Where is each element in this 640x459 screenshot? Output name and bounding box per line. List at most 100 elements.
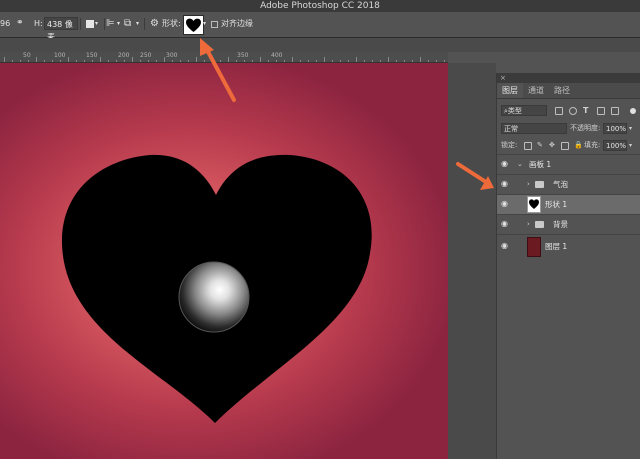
ruler-label: 250 (140, 52, 152, 59)
layer-row-artboard[interactable]: ◉ ⌄ 画板 1 (497, 154, 640, 174)
folder-icon (535, 221, 544, 228)
eye-icon[interactable]: ◉ (501, 159, 508, 169)
ruler-tick (316, 60, 317, 62)
ruler-label: 300 (166, 52, 178, 59)
shape-preset-picker[interactable] (183, 15, 204, 35)
divider (104, 18, 105, 30)
lock-image-icon[interactable]: ✎ (537, 140, 543, 151)
ruler-tick (44, 60, 45, 62)
divider (80, 18, 81, 30)
ruler-tick (196, 57, 197, 62)
ruler-tick (28, 60, 29, 62)
ruler-tick (268, 60, 269, 62)
ruler-tick (412, 60, 413, 62)
ruler-tick (188, 60, 189, 62)
tab-layers[interactable]: 图层 (497, 83, 523, 98)
dropdown-chevron-icon[interactable]: ▾ (95, 17, 98, 30)
close-icon[interactable]: × (500, 73, 506, 83)
filter-toggle-icon[interactable] (630, 108, 636, 114)
ruler-tick (148, 60, 149, 62)
ruler-tick (372, 60, 373, 62)
fill-label: 填充: (584, 141, 601, 149)
ruler-tick (428, 60, 429, 62)
align-edges-checkbox[interactable] (211, 21, 218, 28)
chevron-down-icon[interactable]: ⌄ (517, 159, 523, 169)
lock-label: 锁定: (501, 141, 518, 149)
opacity-label: 不透明度: (570, 124, 601, 132)
filter-adjustment-icon[interactable] (569, 107, 577, 115)
panel-tabs: 图层 通道 路径 (497, 83, 640, 99)
filter-shape-icon[interactable] (597, 107, 605, 115)
eye-icon[interactable]: ◉ (501, 219, 508, 229)
filter-type-icon[interactable]: T (583, 105, 588, 116)
dropdown-chevron-icon[interactable]: ▾ (203, 17, 206, 30)
lock-artboard-icon[interactable] (561, 142, 569, 150)
options-bar: 96 ⚭ H: 438 像素 ▾ ⊫ ▾ ⧉ ▾ ⚙ 形状: ▾ 对齐边缘 (0, 12, 640, 42)
tab-paths[interactable]: 路径 (549, 83, 575, 98)
ruler-label: 50 (23, 52, 31, 59)
dropdown-chevron-icon[interactable]: ▾ (629, 123, 632, 134)
artwork (61, 154, 372, 423)
tab-channels[interactable]: 通道 (523, 83, 549, 98)
divider (144, 18, 145, 30)
ruler-tick (292, 57, 293, 62)
filter-kind-select[interactable]: ⌕类型 (501, 105, 547, 116)
ruler-tick (116, 60, 117, 62)
bubble (178, 261, 250, 333)
ruler-tick (228, 57, 229, 62)
layer-row-shape-1[interactable]: ◉ 形状 1 (497, 194, 640, 214)
ruler-tick (52, 60, 53, 62)
ruler-tick (252, 60, 253, 62)
dropdown-chevron-icon[interactable]: ▾ (136, 17, 139, 30)
lock-transparent-icon[interactable] (524, 142, 532, 150)
gear-icon[interactable]: ⚙ (150, 17, 159, 30)
width-value[interactable]: 96 (0, 17, 10, 30)
ruler-tick (356, 57, 357, 62)
lock-position-icon[interactable]: ✥ (549, 140, 555, 151)
ruler-tick (324, 57, 325, 62)
link-icon[interactable]: ⚭ (16, 17, 24, 30)
layer-row-background-group[interactable]: ◉ › 背景 (497, 214, 640, 234)
filter-pixel-icon[interactable] (555, 107, 563, 115)
ruler-label: 400 (271, 52, 283, 59)
ruler-tick (436, 60, 437, 62)
ruler-tick (364, 60, 365, 62)
ruler-label: 200 (118, 52, 130, 59)
ruler-tick (140, 60, 141, 62)
panel-header (497, 73, 640, 83)
ruler-tick (20, 60, 21, 62)
eye-icon[interactable]: ◉ (501, 199, 508, 209)
opacity-input[interactable]: 100% (603, 123, 627, 134)
blend-mode-select[interactable]: 正常 (501, 123, 567, 134)
height-input[interactable]: 438 像素 (44, 17, 78, 42)
layer-row-bubble-group[interactable]: ◉ › 气泡 (497, 174, 640, 194)
fill-input[interactable]: 100% (603, 140, 627, 151)
ruler-label: 150 (86, 52, 98, 59)
dropdown-chevron-icon[interactable]: ▾ (629, 140, 632, 151)
layer-row-layer-1[interactable]: ◉ 图层 1 (497, 234, 640, 258)
chevron-right-icon[interactable]: › (527, 179, 530, 189)
ruler-tick (260, 57, 261, 62)
chevron-right-icon[interactable]: › (527, 219, 530, 229)
layer-thumbnail (527, 237, 541, 257)
filter-smartobject-icon[interactable] (611, 107, 619, 115)
layer-name: 形状 1 (545, 200, 568, 209)
path-alignment-icon[interactable]: ⊫ (106, 17, 115, 30)
document-canvas[interactable] (0, 63, 448, 459)
ruler-tick (388, 57, 389, 62)
eye-icon[interactable]: ◉ (501, 179, 508, 189)
ruler-tick (164, 57, 165, 62)
ruler-tick (244, 60, 245, 62)
shape-label: 形状: (162, 19, 181, 28)
ruler-tick (380, 60, 381, 62)
path-operations-icon[interactable] (86, 20, 94, 28)
heart-shape-icon (529, 199, 539, 209)
ruler-tick (68, 57, 69, 62)
path-arrangement-icon[interactable]: ⧉ (124, 17, 131, 30)
lock-all-icon[interactable]: 🔒 (574, 140, 583, 151)
ruler-tick (236, 60, 237, 62)
ruler-tick (60, 60, 61, 62)
app-title: Adobe Photoshop CC 2018 (260, 1, 380, 11)
eye-icon[interactable]: ◉ (501, 241, 508, 251)
dropdown-chevron-icon[interactable]: ▾ (117, 17, 120, 30)
